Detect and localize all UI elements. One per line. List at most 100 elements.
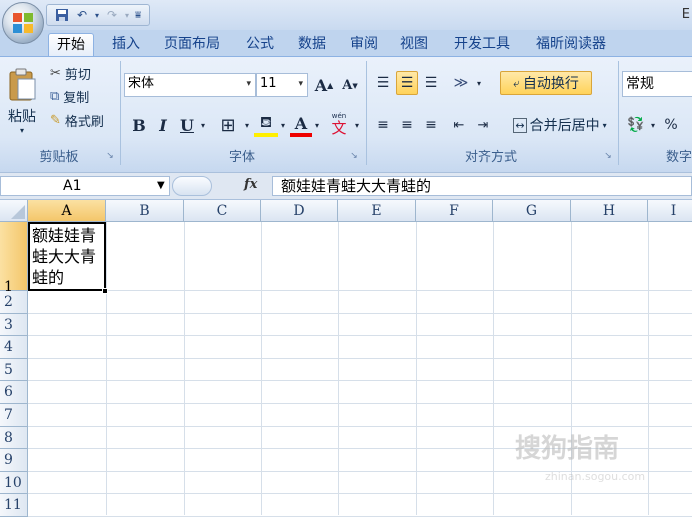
tab-9[interactable]: 福昕阅读器 xyxy=(528,33,614,56)
number-format-value: 常规 xyxy=(626,76,654,92)
font-color-button[interactable]: A xyxy=(290,113,312,137)
row-header[interactable]: 1 xyxy=(0,222,28,295)
align-right-icon[interactable]: ≡ xyxy=(420,113,442,137)
formula-input[interactable]: 额娃娃青蛙大大青蛙的 xyxy=(272,176,692,196)
column-header[interactable]: F xyxy=(416,200,493,222)
fill-handle[interactable] xyxy=(102,288,108,294)
office-button[interactable] xyxy=(2,2,44,44)
select-all-corner[interactable] xyxy=(0,200,28,222)
align-bottom-icon[interactable]: ☰ xyxy=(420,71,442,95)
fill-color-dropdown-icon[interactable]: ▾ xyxy=(278,113,288,137)
merge-center-button[interactable]: ↔ 合并后居中 ▾ xyxy=(506,113,614,137)
paste-dropdown-icon[interactable]: ▾ xyxy=(20,126,24,135)
name-box[interactable]: A1 ▼ xyxy=(0,176,170,196)
redo-icon[interactable]: ↷ xyxy=(103,7,121,23)
insert-function-button[interactable]: fx xyxy=(244,177,268,195)
wrap-text-label: 自动换行 xyxy=(522,76,579,92)
shrink-font-button[interactable]: A ▼ xyxy=(338,73,362,97)
redo-dropdown-icon[interactable]: ▾ xyxy=(123,7,131,23)
column-header[interactable]: E xyxy=(338,200,416,222)
clipboard-group-label: 剪贴板 xyxy=(39,150,79,165)
tab-8[interactable]: 开发工具 xyxy=(446,33,518,56)
grow-font-button[interactable]: A ▲ xyxy=(312,73,336,97)
fill-color-icon[interactable]: ⛾ xyxy=(254,113,278,137)
underline-dropdown-icon[interactable]: ▾ xyxy=(198,113,208,137)
undo-icon[interactable]: ↶ xyxy=(73,7,91,23)
align-top-icon[interactable]: ☰ xyxy=(372,71,394,95)
decrease-indent-icon[interactable]: ⇤ xyxy=(448,113,470,137)
watermark-url: zhinan.sogou.com xyxy=(545,470,646,483)
wrap-text-button[interactable]: ⤶ 自动换行 xyxy=(500,71,592,95)
customize-icon[interactable]: ⩸ xyxy=(133,7,143,23)
align-middle-icon[interactable]: ☰ xyxy=(396,71,418,95)
borders-icon[interactable]: ⊞ xyxy=(214,113,242,137)
tab-2[interactable]: 插入 xyxy=(104,33,148,56)
column-header[interactable]: A xyxy=(28,200,106,222)
clipboard-launcher-icon[interactable]: ↘ xyxy=(104,149,116,163)
column-header[interactable]: D xyxy=(261,200,338,222)
borders-dropdown-icon[interactable]: ▾ xyxy=(242,113,252,137)
row-header[interactable]: 5 xyxy=(0,358,28,382)
font-size-select[interactable]: 11 ▾ xyxy=(256,73,308,97)
column-header[interactable]: B xyxy=(106,200,184,222)
shrink-font-label: A xyxy=(342,77,353,93)
copy-button[interactable]: ⧉ 复制 xyxy=(50,86,89,106)
column-header[interactable]: C xyxy=(184,200,261,222)
row-header[interactable]: 2 xyxy=(0,291,28,314)
currency-icon[interactable]: 💱 xyxy=(624,113,648,137)
align-center-icon[interactable]: ≡ xyxy=(396,113,418,137)
tab-5[interactable]: 数据 xyxy=(290,33,334,56)
ribbon: 粘贴 ▾ ✂ 剪切 ⧉ 复制 ✎ 格式刷 剪贴板 ↘ 宋体 ▾ 11 ▾ A ▲ … xyxy=(0,56,692,172)
italic-button[interactable]: I xyxy=(152,113,174,137)
bold-button[interactable]: B xyxy=(128,113,150,137)
phonetic-button[interactable]: wén 文 xyxy=(326,109,352,139)
cut-button[interactable]: ✂ 剪切 xyxy=(50,63,91,83)
column-header[interactable]: H xyxy=(571,200,648,222)
percent-button[interactable]: % xyxy=(660,113,682,137)
align-left-icon[interactable]: ≡ xyxy=(372,113,394,137)
row-header[interactable]: 8 xyxy=(0,426,28,450)
undo-dropdown-icon[interactable]: ▾ xyxy=(93,7,101,23)
format-painter-icon: ✎ xyxy=(50,112,61,128)
currency-dropdown-icon[interactable]: ▾ xyxy=(648,113,658,137)
font-family-value: 宋体 xyxy=(128,76,155,91)
number-format-select[interactable]: 常规 xyxy=(622,71,692,97)
row-header[interactable]: 3 xyxy=(0,313,28,337)
row-header[interactable]: 4 xyxy=(0,336,28,359)
font-family-select[interactable]: 宋体 ▾ xyxy=(124,73,256,97)
watermark-text: 搜狗指南 xyxy=(515,434,620,464)
row-header[interactable]: 9 xyxy=(0,449,28,472)
format-painter-label: 格式刷 xyxy=(64,114,104,130)
font-group-label: 字体 xyxy=(228,150,255,165)
column-header[interactable]: G xyxy=(493,200,571,222)
cell-a1[interactable]: 额娃娃青蛙大大青蛙的 xyxy=(28,222,106,291)
tab-3[interactable]: 页面布局 xyxy=(156,33,228,56)
worksheet-grid[interactable]: A B C D E F G H I 1 2 3 4 5 6 7 8 9 10 11 额娃娃青蛙大大青蛙的 xyxy=(0,200,692,517)
row-header[interactable]: 7 xyxy=(0,404,28,427)
tab-6[interactable]: 审阅 xyxy=(342,33,386,56)
cut-label: 剪切 xyxy=(64,67,91,83)
gridline xyxy=(28,403,692,404)
tab-4[interactable]: 公式 xyxy=(238,33,282,56)
font-size-value: 11 xyxy=(260,76,277,91)
underline-button[interactable]: U xyxy=(176,113,198,137)
format-painter-button[interactable]: ✎ 格式刷 xyxy=(50,110,104,130)
alignment-launcher-icon[interactable]: ↘ xyxy=(602,149,614,163)
row-header[interactable]: 11 xyxy=(0,494,28,517)
increase-indent-icon[interactable]: ⇥ xyxy=(472,113,494,137)
chevron-down-icon[interactable]: ▼ xyxy=(157,177,165,195)
phonetic-dropdown-icon[interactable]: ▾ xyxy=(352,113,362,137)
merge-icon: ↔ xyxy=(513,117,527,133)
paste-button[interactable]: 粘贴 ▾ xyxy=(4,61,40,141)
formula-bar-resize-handle[interactable] xyxy=(172,176,212,196)
column-header[interactable]: I xyxy=(648,200,692,222)
save-icon[interactable] xyxy=(53,7,71,23)
row-header[interactable]: 10 xyxy=(0,471,28,495)
tab-1[interactable]: 开始 xyxy=(48,33,94,56)
font-launcher-icon[interactable]: ↘ xyxy=(348,149,360,163)
row-header[interactable]: 6 xyxy=(0,381,28,404)
orientation-dropdown-icon[interactable]: ▾ xyxy=(474,71,484,95)
tab-7[interactable]: 视图 xyxy=(392,33,436,56)
orientation-icon[interactable]: ≫ xyxy=(448,71,474,95)
font-color-dropdown-icon[interactable]: ▾ xyxy=(312,113,322,137)
